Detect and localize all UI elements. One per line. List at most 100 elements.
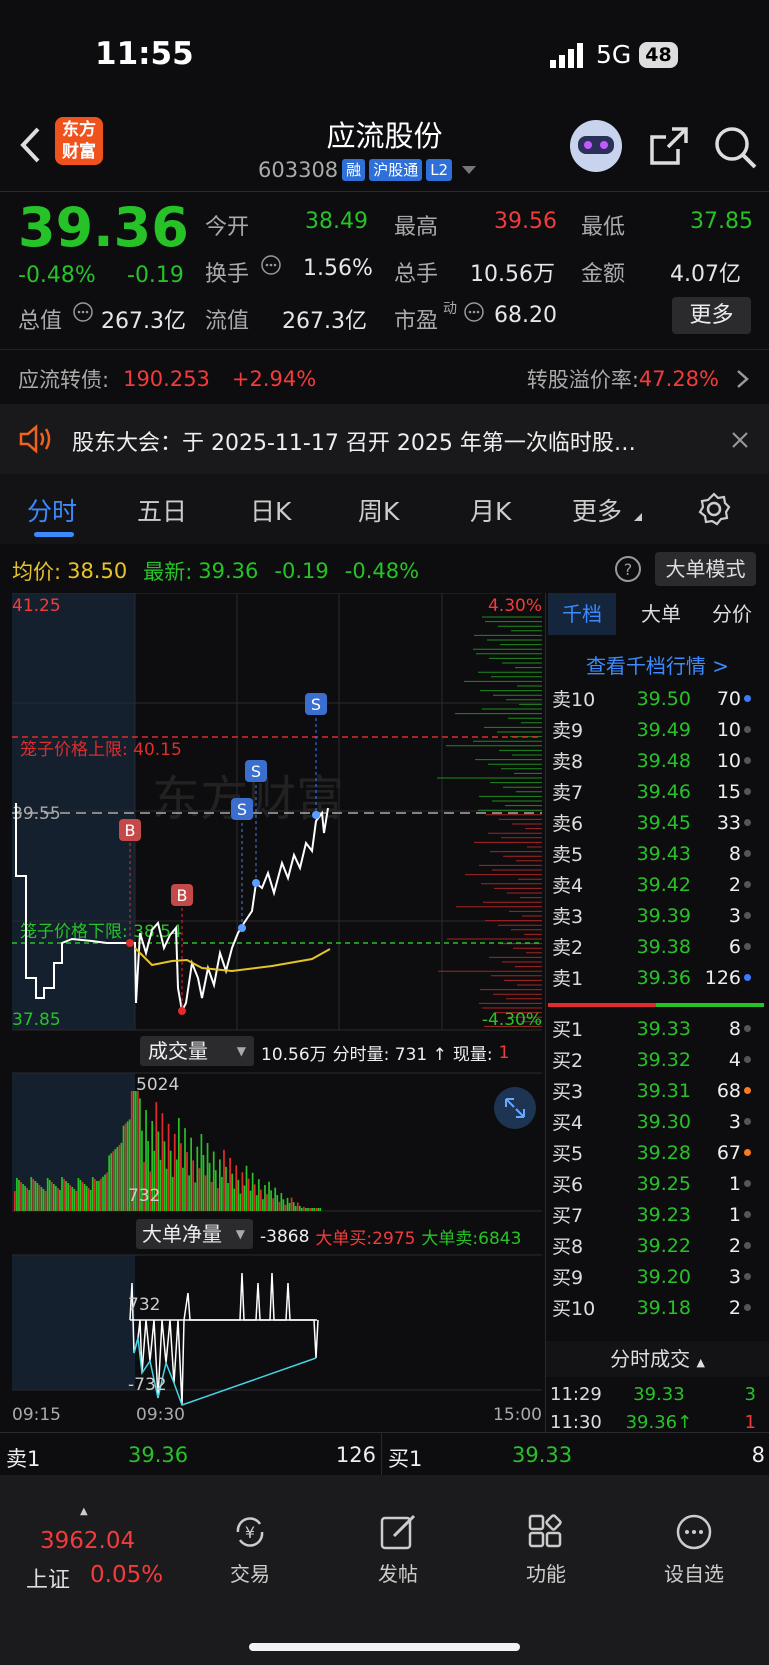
volume-bar bbox=[219, 1159, 221, 1211]
info-icon[interactable] bbox=[463, 301, 485, 323]
volume-bar bbox=[227, 1183, 229, 1211]
tab-more[interactable]: 更多 bbox=[572, 492, 622, 528]
volume-bar bbox=[214, 1170, 217, 1211]
order-dot-icon bbox=[741, 912, 753, 919]
intraday-chart[interactable]: 东方财富 笼子价格上限: 40.15 笼子价格下限: 38.54 41.25 4… bbox=[12, 593, 544, 1433]
bid-row[interactable]: 买2 39.32 4 bbox=[546, 1044, 756, 1075]
time-label-open: 09:30 bbox=[136, 1405, 185, 1425]
bid-row[interactable]: 买6 39.25 1 bbox=[546, 1168, 756, 1199]
settings-icon[interactable] bbox=[697, 492, 731, 526]
volume-bar bbox=[260, 1189, 262, 1211]
ask-row[interactable]: 卖3 39.39 3 bbox=[546, 900, 756, 931]
view-depth-link[interactable]: 查看千档行情 > bbox=[546, 650, 769, 679]
volume-bar bbox=[34, 1181, 37, 1211]
volume-bar bbox=[112, 1151, 115, 1211]
bid-level: 买9 bbox=[552, 1267, 584, 1289]
tab-intraday[interactable]: 分时 bbox=[27, 492, 77, 528]
bid-row[interactable]: 买5 39.28 67 bbox=[546, 1137, 756, 1168]
book-tab-depth[interactable]: 千档 bbox=[548, 593, 616, 635]
volume-bar bbox=[233, 1188, 236, 1211]
order-dot-icon bbox=[741, 757, 753, 764]
trades-header[interactable]: 分时成交 ▲ bbox=[546, 1341, 769, 1377]
ask-row[interactable]: 卖7 39.46 15 bbox=[546, 776, 756, 807]
help-icon[interactable]: ? bbox=[614, 555, 642, 583]
ask-row[interactable]: 卖8 39.48 10 bbox=[546, 745, 756, 776]
volume-bar bbox=[202, 1155, 205, 1211]
nav-trade[interactable]: ¥ 交易 bbox=[190, 1512, 310, 1587]
ratio-bar-sell bbox=[548, 1003, 656, 1007]
ask-price: 39.45 bbox=[636, 811, 691, 834]
share-icon[interactable] bbox=[648, 125, 690, 167]
volume-bar bbox=[290, 1197, 293, 1211]
volume-bar bbox=[67, 1183, 69, 1211]
ask-row[interactable]: 卖4 39.42 2 bbox=[546, 869, 756, 900]
volume-bar bbox=[102, 1176, 104, 1211]
tab-five-day[interactable]: 五日 bbox=[137, 492, 187, 528]
ask-level: 卖3 bbox=[552, 906, 584, 928]
amount-value: 4.07亿 bbox=[670, 262, 741, 287]
avg-label: 均价: bbox=[12, 560, 62, 584]
robot-avatar-icon[interactable] bbox=[566, 118, 626, 174]
volume-bar bbox=[36, 1183, 39, 1211]
bid-level: 买7 bbox=[552, 1205, 584, 1227]
pe-sup: 动 bbox=[443, 301, 457, 317]
nav-functions[interactable]: 功能 bbox=[486, 1512, 606, 1587]
volume-selector[interactable]: 成交量 ▼ bbox=[140, 1036, 254, 1066]
info-icon[interactable] bbox=[260, 254, 282, 276]
bid-row[interactable]: 买10 39.18 2 bbox=[546, 1292, 756, 1323]
bid-row[interactable]: 买4 39.30 3 bbox=[546, 1106, 756, 1137]
trade-volume: 1 bbox=[744, 1412, 756, 1433]
big-order-selector[interactable]: 大单净量 ▼ bbox=[136, 1219, 253, 1249]
ask-row[interactable]: 卖6 39.45 33 bbox=[546, 807, 756, 838]
volume-bar bbox=[301, 1208, 303, 1211]
bond-row[interactable]: 应流转债: 190.253 +2.94% 转股溢价率: 47.28% bbox=[18, 364, 753, 394]
bid-price: 39.30 bbox=[636, 1110, 691, 1133]
bid-level: 买8 bbox=[552, 1236, 584, 1258]
signal-icon bbox=[550, 42, 583, 68]
order-dot-icon bbox=[741, 1242, 753, 1249]
volume-bar bbox=[93, 1179, 96, 1211]
book-tab-price[interactable]: 分价 bbox=[701, 593, 763, 635]
nav-add-watchlist[interactable]: 设自选 bbox=[634, 1512, 754, 1587]
bid-row[interactable]: 买1 39.33 8 bbox=[546, 1013, 756, 1044]
ask-row[interactable]: 卖9 39.49 10 bbox=[546, 714, 756, 745]
tab-weekly-k[interactable]: 周K bbox=[358, 492, 399, 528]
ask-row[interactable]: 卖5 39.43 8 bbox=[546, 838, 756, 869]
bid-row[interactable]: 买3 39.31 68 bbox=[546, 1075, 756, 1106]
volume-bar bbox=[311, 1208, 313, 1211]
search-icon[interactable] bbox=[713, 125, 757, 169]
expand-up-icon[interactable]: ▲ bbox=[80, 1506, 88, 1517]
tab-monthly-k[interactable]: 月K bbox=[470, 492, 511, 528]
bid-row[interactable]: 买8 39.22 2 bbox=[546, 1230, 756, 1261]
volume-bar bbox=[75, 1191, 78, 1211]
index-value[interactable]: 3962.04 bbox=[40, 1528, 135, 1554]
status-time: 11:55 bbox=[95, 36, 194, 72]
ask-row[interactable]: 卖10 39.50 70 bbox=[546, 683, 756, 714]
tag-connect: 沪股通 bbox=[369, 159, 423, 181]
sell1-price: 39.36 bbox=[128, 1443, 189, 1467]
more-button[interactable]: 更多 bbox=[672, 297, 751, 334]
ask-row[interactable]: 卖1 39.36 126 bbox=[546, 962, 756, 993]
ask-volume: 15 bbox=[716, 780, 741, 803]
volume-bar bbox=[89, 1190, 92, 1211]
bid-row[interactable]: 买7 39.23 1 bbox=[546, 1199, 756, 1230]
ask-row[interactable]: 卖2 39.38 6 bbox=[546, 931, 756, 962]
change-percent: -0.48% bbox=[18, 263, 96, 288]
big-order-mode-button[interactable]: 大单模式 bbox=[655, 552, 756, 586]
trade-row: 11:29 39.33 3 bbox=[546, 1379, 756, 1410]
expand-button[interactable] bbox=[494, 1087, 536, 1129]
nav-post[interactable]: 发帖 bbox=[338, 1512, 458, 1587]
close-icon[interactable] bbox=[730, 430, 750, 450]
tab-daily-k[interactable]: 日K bbox=[250, 492, 291, 528]
info-icon[interactable] bbox=[72, 301, 94, 323]
book-tab-big[interactable]: 大单 bbox=[632, 593, 690, 635]
time-label-start: 09:15 bbox=[12, 1405, 61, 1425]
chevron-down-icon[interactable] bbox=[460, 163, 480, 177]
bid-row[interactable]: 买9 39.20 3 bbox=[546, 1261, 756, 1292]
volume-bar bbox=[307, 1208, 309, 1211]
volume-bar bbox=[200, 1133, 203, 1211]
volume-bar bbox=[194, 1182, 197, 1211]
volume-bar bbox=[196, 1146, 199, 1211]
change-amount: -0.19 bbox=[127, 263, 184, 288]
volume-bar bbox=[257, 1179, 260, 1211]
